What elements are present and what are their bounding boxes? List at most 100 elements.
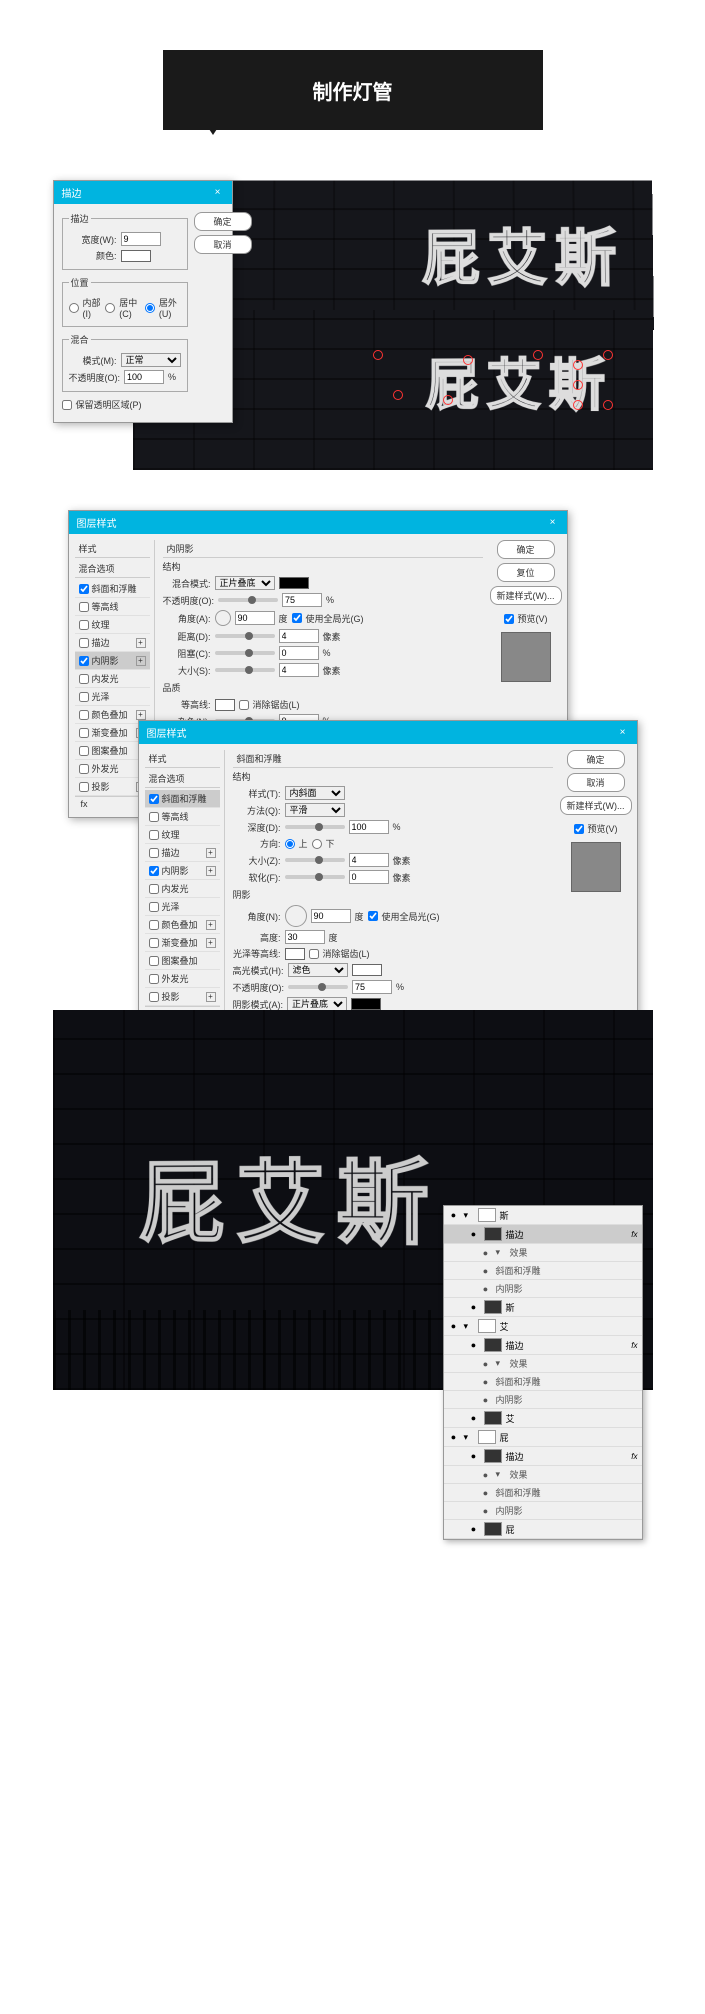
- style-checkbox[interactable]: [149, 938, 159, 948]
- disclosure-icon[interactable]: ▾: [496, 1358, 506, 1369]
- blend-header[interactable]: 混合选项: [145, 770, 220, 788]
- style-item[interactable]: 纹理: [145, 826, 220, 844]
- contour-picker[interactable]: [215, 699, 235, 711]
- altitude-input[interactable]: [285, 930, 325, 944]
- style-item[interactable]: 渐变叠加+: [145, 934, 220, 952]
- fx-badge[interactable]: fx: [631, 1230, 637, 1239]
- anti-checkbox[interactable]: [239, 700, 249, 710]
- angle-input[interactable]: [235, 611, 275, 625]
- style-checkbox[interactable]: [79, 764, 89, 774]
- width-input[interactable]: [121, 232, 161, 246]
- style-checkbox[interactable]: [79, 782, 89, 792]
- opacity-input[interactable]: [124, 370, 164, 384]
- anchor-point[interactable]: [603, 350, 613, 360]
- choke-slider[interactable]: [215, 651, 275, 655]
- style-checkbox[interactable]: [79, 620, 89, 630]
- blend-header[interactable]: 混合选项: [75, 560, 150, 578]
- style-item[interactable]: 内阴影+: [145, 862, 220, 880]
- preserve-checkbox[interactable]: [62, 400, 72, 410]
- anti-checkbox[interactable]: [309, 949, 319, 959]
- eye-icon[interactable]: ●: [480, 1359, 492, 1369]
- layer-row[interactable]: ●内阴影: [444, 1280, 642, 1298]
- depth-input[interactable]: [349, 820, 389, 834]
- style-item[interactable]: 描边+: [145, 844, 220, 862]
- style-item[interactable]: 内发光: [75, 670, 150, 688]
- angle-dial[interactable]: [215, 610, 231, 626]
- size-input[interactable]: [279, 663, 319, 677]
- anchor-point[interactable]: [373, 350, 383, 360]
- angle-dial[interactable]: [285, 905, 307, 927]
- anchor-point[interactable]: [463, 355, 473, 365]
- eye-icon[interactable]: ●: [480, 1506, 492, 1516]
- plus-icon[interactable]: +: [206, 992, 216, 1002]
- anchor-point[interactable]: [603, 400, 613, 410]
- depth-slider[interactable]: [285, 825, 345, 829]
- gloss-picker[interactable]: [285, 948, 305, 960]
- size-input[interactable]: [349, 853, 389, 867]
- layer-row[interactable]: ●▾艾: [444, 1317, 642, 1336]
- style-item[interactable]: 颜色叠加+: [145, 916, 220, 934]
- opacity-input[interactable]: [282, 593, 322, 607]
- eye-icon[interactable]: ●: [468, 1413, 480, 1423]
- highlight-opacity-input[interactable]: [352, 980, 392, 994]
- eye-icon[interactable]: ●: [480, 1266, 492, 1276]
- style-checkbox[interactable]: [79, 710, 89, 720]
- close-icon[interactable]: ×: [212, 187, 224, 199]
- eye-icon[interactable]: ●: [468, 1524, 480, 1534]
- reset-button[interactable]: 复位: [497, 563, 555, 582]
- layer-row[interactable]: ●描边fx: [444, 1225, 642, 1244]
- global-checkbox[interactable]: [292, 613, 302, 623]
- blendmode-select[interactable]: 正片叠底: [215, 576, 275, 590]
- plus-icon[interactable]: +: [206, 866, 216, 876]
- fx-badge[interactable]: fx: [631, 1341, 637, 1350]
- soften-slider[interactable]: [285, 875, 345, 879]
- eye-icon[interactable]: ●: [468, 1229, 480, 1239]
- style-checkbox[interactable]: [79, 584, 89, 594]
- style-checkbox[interactable]: [149, 794, 159, 804]
- pos-outside-radio[interactable]: [145, 303, 155, 313]
- dialog-titlebar[interactable]: 描边 ×: [54, 181, 232, 204]
- layer-row[interactable]: ●艾: [444, 1409, 642, 1428]
- anchor-point[interactable]: [573, 380, 583, 390]
- style-checkbox[interactable]: [79, 692, 89, 702]
- anchor-point[interactable]: [573, 400, 583, 410]
- layer-row[interactable]: ●斜面和浮雕: [444, 1373, 642, 1391]
- style-item[interactable]: 投影+: [145, 988, 220, 1006]
- anchor-point[interactable]: [573, 360, 583, 370]
- anchor-point[interactable]: [393, 390, 403, 400]
- style-checkbox[interactable]: [79, 728, 89, 738]
- eye-icon[interactable]: ●: [480, 1248, 492, 1258]
- global-checkbox[interactable]: [368, 911, 378, 921]
- highlight-select[interactable]: 滤色: [288, 963, 348, 977]
- style-checkbox[interactable]: [149, 920, 159, 930]
- anchor-point[interactable]: [443, 395, 453, 405]
- color-swatch[interactable]: [279, 577, 309, 589]
- layer-row[interactable]: ●内阴影: [444, 1391, 642, 1409]
- layer-row[interactable]: ●▾斯: [444, 1206, 642, 1225]
- style-item[interactable]: 等高线: [145, 808, 220, 826]
- color-swatch[interactable]: [121, 250, 151, 262]
- fx-badge[interactable]: fx: [631, 1452, 637, 1461]
- style-checkbox[interactable]: [149, 902, 159, 912]
- disclosure-icon[interactable]: ▾: [464, 1432, 474, 1443]
- style-checkbox[interactable]: [149, 812, 159, 822]
- disclosure-icon[interactable]: ▾: [496, 1247, 506, 1258]
- angle-input[interactable]: [311, 909, 351, 923]
- style-select[interactable]: 内斜面: [285, 786, 345, 800]
- soften-input[interactable]: [349, 870, 389, 884]
- eye-icon[interactable]: ●: [480, 1284, 492, 1294]
- style-item[interactable]: 斜面和浮雕: [75, 580, 150, 598]
- style-checkbox[interactable]: [79, 638, 89, 648]
- cancel-button[interactable]: 取消: [194, 235, 252, 254]
- choke-input[interactable]: [279, 646, 319, 660]
- ok-button[interactable]: 确定: [567, 750, 625, 769]
- pos-center-radio[interactable]: [105, 303, 115, 313]
- size-slider[interactable]: [215, 668, 275, 672]
- mode-select[interactable]: 正常: [121, 353, 181, 367]
- style-item[interactable]: 光泽: [145, 898, 220, 916]
- ok-button[interactable]: 确定: [194, 212, 252, 231]
- shadow-select[interactable]: 正片叠底: [287, 997, 347, 1011]
- style-checkbox[interactable]: [79, 602, 89, 612]
- highlight-swatch[interactable]: [352, 964, 382, 976]
- layer-row[interactable]: ●▾效果: [444, 1466, 642, 1484]
